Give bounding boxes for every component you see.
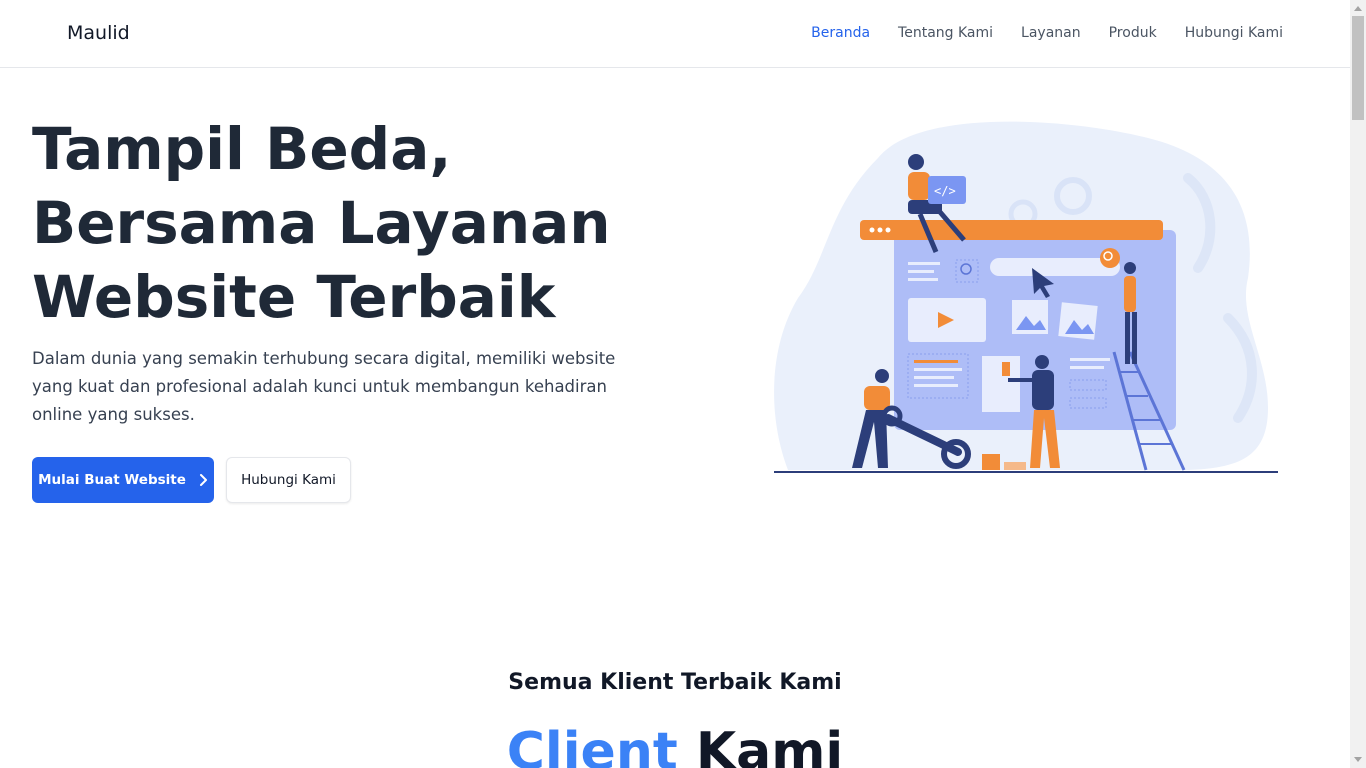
web-development-team-illustration: </>	[774, 121, 1278, 473]
contact-us-button[interactable]: Hubungi Kami	[226, 457, 351, 503]
hero-title-line-2: Bersama Layanan	[32, 189, 611, 257]
scrollbar-thumb[interactable]	[1352, 16, 1364, 120]
navbar: Maulid Beranda Tentang Kami Layanan Prod…	[0, 0, 1350, 68]
chevron-right-icon	[199, 474, 207, 486]
nav-links: Beranda Tentang Kami Layanan Produk Hubu…	[811, 25, 1283, 41]
start-website-button[interactable]: Mulai Buat Website	[32, 457, 214, 503]
scroll-down-icon[interactable]	[1350, 752, 1366, 768]
clients-title-accent: Client	[506, 722, 678, 768]
hero-title-line-1: Tampil Beda,	[32, 115, 452, 183]
clients-subtitle: Semua Klient Terbaik Kami	[508, 670, 842, 695]
hero-description: Dalam dunia yang semakin terhubung secar…	[32, 349, 616, 424]
nav-item-layanan[interactable]: Layanan	[1021, 25, 1081, 41]
hero-title: Tampil Beda, Bersama Layanan Website Ter…	[32, 112, 672, 334]
nav-item-hubungi-kami[interactable]: Hubungi Kami	[1185, 25, 1283, 41]
page: Maulid Beranda Tentang Kami Layanan Prod…	[0, 0, 1350, 768]
nav-item-beranda[interactable]: Beranda	[811, 25, 870, 41]
brand-logo[interactable]: Maulid	[67, 22, 130, 44]
svg-text:</>: </>	[934, 184, 956, 198]
nav-item-produk[interactable]: Produk	[1109, 25, 1157, 41]
clients-title: Client Kami	[0, 722, 1350, 768]
start-website-label: Mulai Buat Website	[38, 472, 186, 488]
clients-title-rest: Kami	[695, 722, 844, 768]
vertical-scrollbar[interactable]	[1350, 0, 1366, 768]
nav-item-tentang-kami[interactable]: Tentang Kami	[898, 25, 993, 41]
hero-title-line-3: Website Terbaik	[32, 263, 556, 331]
scroll-up-icon[interactable]	[1350, 0, 1366, 16]
